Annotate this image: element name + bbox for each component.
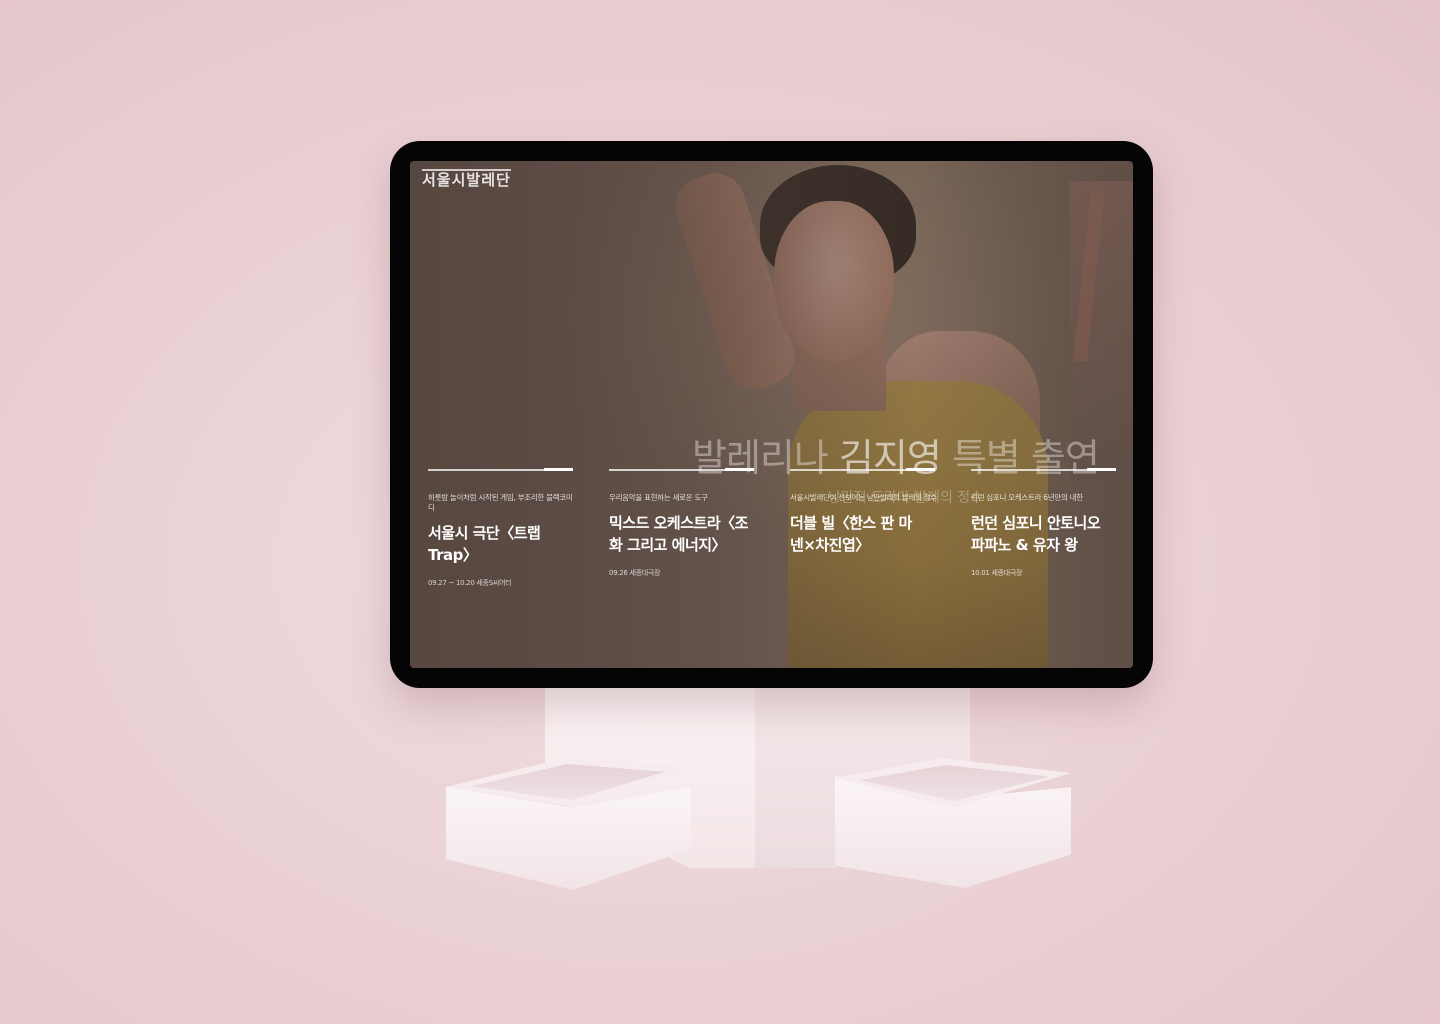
card-title: 더블 빌〈한스 판 마넨×차진엽〉 — [790, 514, 912, 554]
photo-overlay — [410, 161, 1133, 668]
card-category: 서울시발레단이 선보이는 낭만발레의 발레의 정수 — [790, 493, 937, 502]
program-card[interactable]: 서울시발레단이 선보이는 낭만발레의 발레의 정수 더블 빌〈한스 판 마넨×차… — [790, 468, 940, 568]
tablet-device: 서울시발레단 발레리나 김지영 특별 출연 낭만적 드라마 발레의 정수 하룻밤… — [390, 141, 1153, 688]
card-category: 하룻밤 놀이처럼 시작된 게임, 부조리한 블랙코미디 — [428, 493, 573, 512]
card-title: 서울시 극단〈트랩 Trap〉 — [428, 524, 541, 564]
card-progress-bar — [971, 468, 1116, 471]
card-progress-bar — [790, 468, 935, 471]
card-progress-bar — [609, 468, 754, 471]
program-card[interactable]: 우리음악을 표현하는 새로운 도구 믹스드 오케스트라〈조화 그리고 에너지〉 … — [609, 468, 759, 578]
card-date-venue: 09.27 ~ 10.20 세종S씨어터 — [428, 579, 512, 587]
card-date-venue: 10.01 세종대극장 — [971, 569, 1023, 577]
card-category: 우리음악을 표현하는 새로운 도구 — [609, 493, 708, 502]
program-card[interactable]: 런던 심포니 오케스트라 6년만의 내한 런던 심포니 안토니오 파파노 & 유… — [971, 468, 1121, 578]
website-screen: 서울시발레단 발레리나 김지영 특별 출연 낭만적 드라마 발레의 정수 하룻밤… — [410, 161, 1133, 668]
site-logo[interactable]: 서울시발레단 — [422, 169, 511, 188]
card-date-venue: 09.26 세종대극장 — [609, 569, 661, 577]
card-title: 런던 심포니 안토니오 파파노 & 유자 왕 — [971, 514, 1101, 554]
card-progress-bar — [428, 468, 573, 471]
card-title: 믹스드 오케스트라〈조화 그리고 에너지〉 — [609, 514, 748, 554]
mockup-scene: 서울시발레단 발레리나 김지영 특별 출연 낭만적 드라마 발레의 정수 하룻밤… — [0, 0, 1440, 1024]
program-card[interactable]: 하룻밤 놀이처럼 시작된 게임, 부조리한 블랙코미디 서울시 극단〈트랩 Tr… — [428, 468, 578, 588]
card-category: 런던 심포니 오케스트라 6년만의 내한 — [971, 493, 1083, 502]
